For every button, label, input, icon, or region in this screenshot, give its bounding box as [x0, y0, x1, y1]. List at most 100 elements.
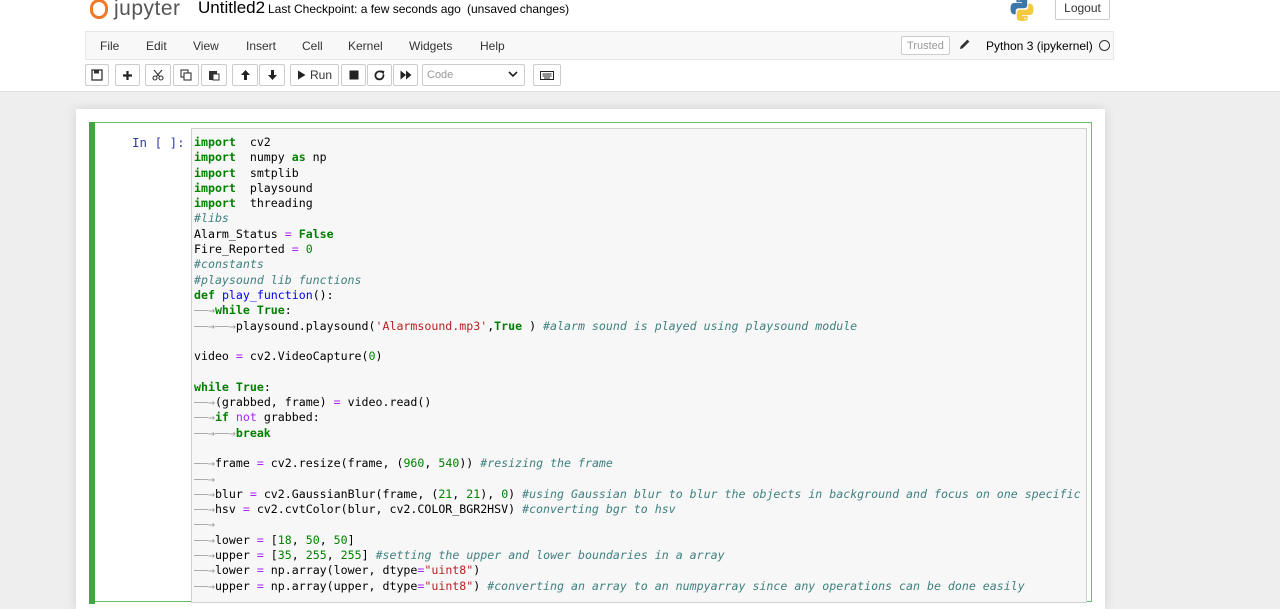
code-line: while True:	[194, 380, 1081, 395]
code-token: as	[291, 150, 306, 165]
code-token: 21	[466, 486, 481, 501]
copy-button[interactable]	[173, 64, 199, 86]
save-icon	[91, 69, 103, 81]
edit-mode-icon	[960, 39, 970, 49]
trusted-indicator[interactable]: Trusted	[901, 36, 950, 55]
indent-arrow-icon: ——→	[194, 395, 215, 410]
indent-arrow-icon: ——→	[194, 471, 215, 486]
code-token: if	[214, 410, 229, 425]
notebook-header: jupyter Untitled2 Last Checkpoint: a few…	[0, 0, 1280, 92]
code-line: def play_function():	[194, 288, 1081, 303]
code-line: import smtplib	[194, 166, 1081, 181]
code-token: lower	[214, 563, 257, 578]
move-cell-up-button[interactable]	[232, 64, 258, 86]
kernel-name[interactable]: Python 3 (ipykernel)	[986, 39, 1093, 53]
code-editor[interactable]: import cv2 import numpy as np import smtpl…	[191, 128, 1087, 603]
code-token: =	[256, 548, 264, 563]
code-token: video	[194, 349, 236, 364]
run-button[interactable]: Run	[290, 64, 339, 86]
run-label: Run	[309, 68, 332, 82]
code-token: )	[522, 318, 544, 333]
code-line: ——→lower = np.array(lower, dtype="uint8"…	[194, 563, 1081, 578]
code-token: video.read()	[340, 395, 432, 410]
indent-arrow-icon: ——→	[194, 410, 215, 425]
code-token: ]	[347, 532, 355, 547]
code-line: Alarm_Status = False	[194, 227, 1081, 242]
cut-button[interactable]	[145, 64, 171, 86]
menu-insert[interactable]: Insert	[246, 39, 276, 53]
menu-file[interactable]: File	[100, 39, 119, 53]
code-line: import threading	[194, 196, 1081, 211]
code-token: 960	[403, 456, 425, 471]
code-line: ——→frame = cv2.resize(frame, (960, 540))…	[194, 456, 1081, 471]
menu-edit[interactable]: Edit	[146, 39, 167, 53]
code-token: =	[242, 502, 250, 517]
code-line: ——→if not grabbed:	[194, 410, 1081, 425]
code-token: np.array(lower, dtype	[263, 563, 418, 578]
code-token: )	[508, 486, 523, 501]
interrupt-kernel-button[interactable]	[341, 64, 366, 86]
code-token: )	[375, 349, 383, 364]
code-token: True	[235, 379, 264, 394]
add-cell-icon	[123, 70, 132, 80]
code-token: play_function	[221, 287, 313, 302]
code-token: np	[305, 150, 327, 165]
code-token: True	[256, 303, 285, 318]
restart-icon	[374, 69, 385, 80]
menu-view[interactable]: View	[193, 39, 219, 53]
code-line: ——→(grabbed, frame) = video.read()	[194, 395, 1081, 410]
restart-run-all-button[interactable]	[393, 64, 418, 86]
command-palette-button[interactable]	[533, 64, 561, 86]
code-token: 0	[305, 242, 313, 257]
code-token: import	[194, 165, 236, 180]
menu-widgets[interactable]: Widgets	[409, 39, 452, 53]
insert-cell-button[interactable]	[115, 64, 140, 86]
code-token: ,	[291, 548, 306, 563]
code-token: #constants	[194, 257, 264, 272]
code-token: ,	[326, 548, 341, 563]
code-line: #playsound lib functions	[194, 273, 1081, 288]
logout-button[interactable]: Logout	[1055, 0, 1110, 20]
code-token: playsound.playsound(	[235, 318, 376, 333]
code-line: ——→upper = np.array(upper, dtype="uint8"…	[194, 579, 1081, 594]
menu-cell[interactable]: Cell	[302, 39, 323, 53]
code-token: import	[194, 150, 236, 165]
code-cell[interactable]: In [ ]: import cv2 import numpy as np impo…	[89, 122, 1092, 604]
indent-arrow-icon: ——→	[194, 486, 215, 501]
code-token: #converting bgr to hsv	[522, 502, 676, 517]
code-token: 50	[333, 532, 348, 547]
code-line: ——→lower = [18, 50, 50]	[194, 533, 1081, 548]
code-token: 'Alarmsound.mp3'	[375, 318, 488, 333]
code-token: numpy	[235, 150, 292, 165]
code-token: hsv	[214, 502, 243, 517]
code-token: 255	[305, 548, 327, 563]
restart-kernel-button[interactable]	[367, 64, 392, 86]
code-token: True	[494, 318, 523, 333]
menu-kernel[interactable]: Kernel	[348, 39, 383, 53]
cell-type-select[interactable]: Code	[422, 64, 525, 86]
run-icon	[297, 70, 306, 80]
code-token: ,	[319, 532, 334, 547]
code-token: [	[263, 548, 278, 563]
menu-help[interactable]: Help	[480, 39, 505, 53]
python-logo-icon	[1010, 0, 1034, 21]
code-token: #alarm sound is played using playsound m…	[543, 318, 858, 333]
code-token: 0	[368, 349, 376, 364]
keyboard-icon	[540, 70, 554, 80]
code-token: =	[284, 226, 292, 241]
code-line: ——→	[194, 517, 1081, 532]
code-token: =	[256, 532, 264, 547]
notebook-title[interactable]: Untitled2	[198, 0, 265, 18]
code-token: import	[194, 180, 236, 195]
code-token: 18	[277, 532, 292, 547]
code-token: grabbed:	[256, 410, 320, 425]
indent-arrow-icon: ——→——→	[194, 425, 236, 440]
code-token: frame	[214, 456, 257, 471]
code-line: #constants	[194, 257, 1081, 272]
save-button[interactable]	[85, 64, 109, 86]
code-token: =	[333, 395, 341, 410]
paste-button[interactable]	[201, 64, 227, 86]
jupyter-logo[interactable]: jupyter	[88, 0, 181, 24]
move-cell-down-button[interactable]	[259, 64, 285, 86]
